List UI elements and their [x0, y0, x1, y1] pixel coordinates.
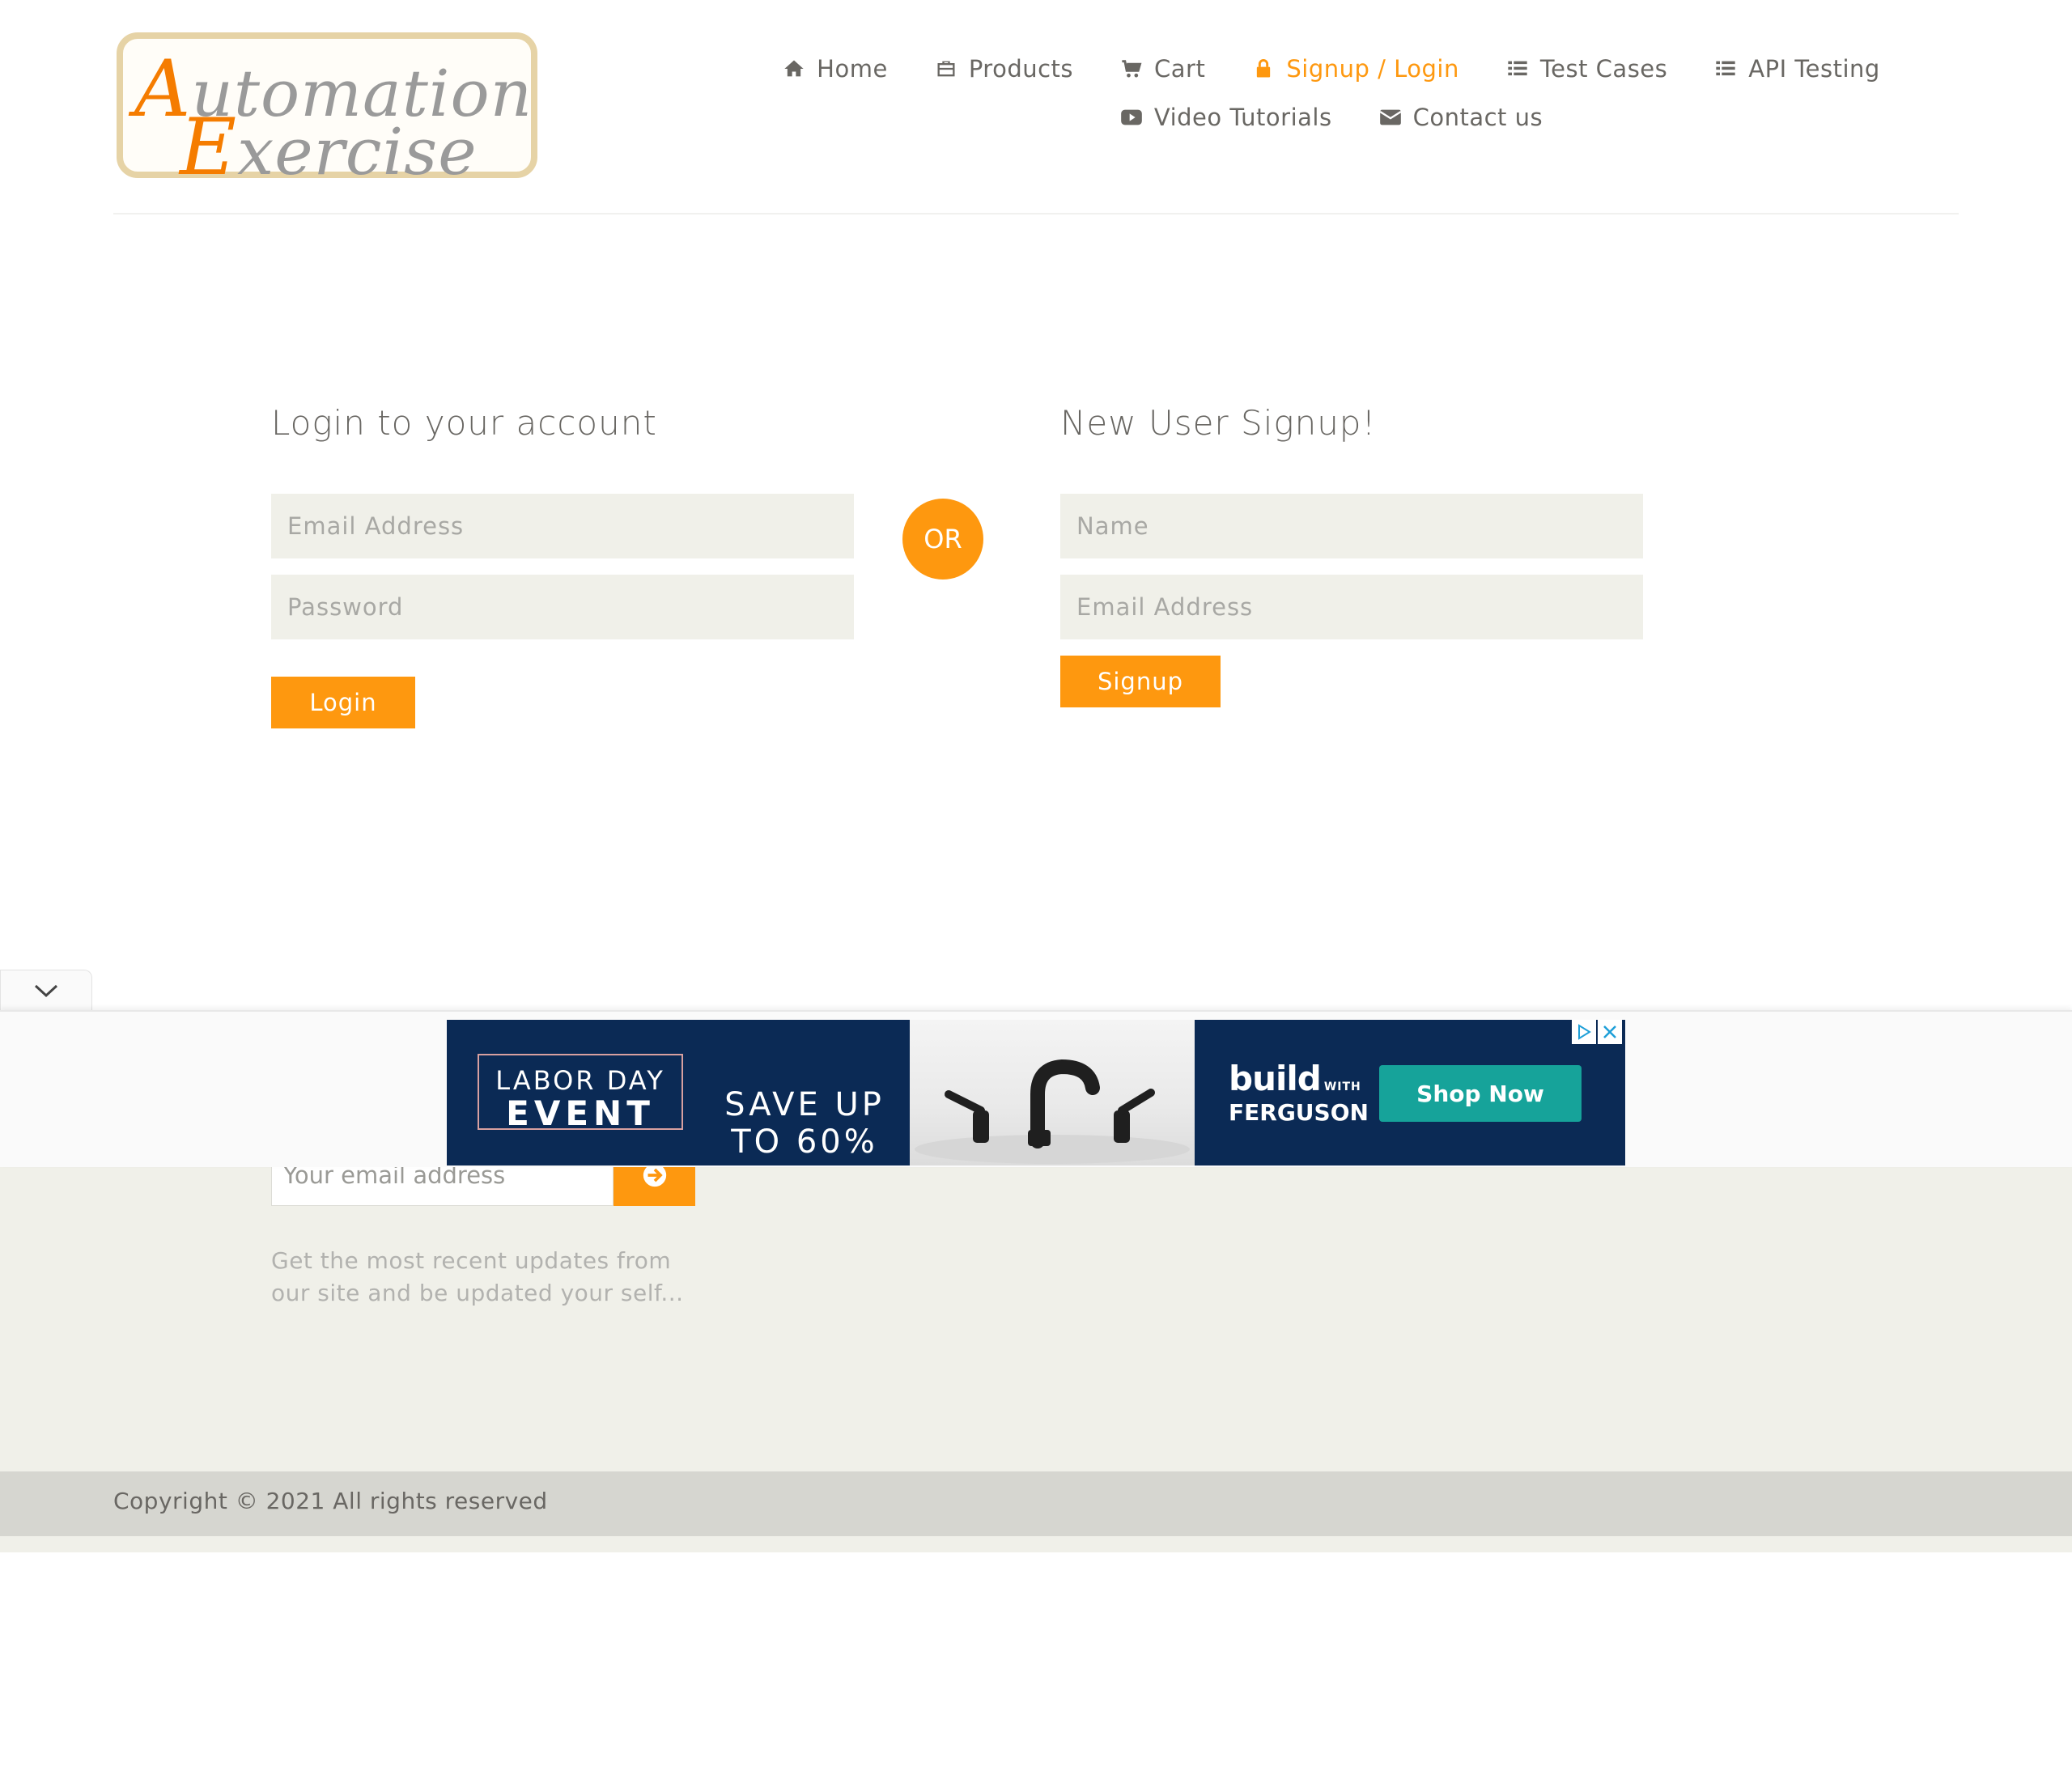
ad-faucet-image	[910, 1020, 1195, 1165]
nav-api-testing[interactable]: API Testing	[1714, 55, 1880, 83]
subscribe-description: Get the most recent updates from our sit…	[271, 1247, 684, 1306]
briefcase-icon	[937, 61, 955, 77]
footer-widget-area	[0, 1165, 2072, 1471]
list-icon	[1508, 61, 1527, 76]
ad-brand-build: build	[1229, 1059, 1322, 1098]
play-triangle-icon	[1578, 1024, 1591, 1040]
ad-offer-line2: TO 60%	[731, 1123, 878, 1161]
chevron-down-icon	[34, 984, 58, 997]
logo-line2: Exercise	[180, 102, 478, 193]
nav-api-testing-label: API Testing	[1748, 55, 1880, 83]
ad-offer: SAVE UP TO 60%	[707, 1086, 902, 1161]
ad-brand-line2: FERGUSON	[1229, 1099, 1369, 1126]
youtube-play-icon	[1121, 109, 1142, 125]
close-icon	[1603, 1025, 1616, 1038]
ad-event-box: LABOR DAY EVENT	[478, 1054, 683, 1133]
nav-test-cases-label: Test Cases	[1539, 55, 1668, 83]
envelope-icon	[1379, 109, 1402, 125]
nav-signup-login[interactable]: Signup / Login	[1252, 55, 1458, 83]
adchoices-icon[interactable]	[1572, 1020, 1596, 1044]
signup-title: New User Signup!	[1060, 403, 1377, 443]
header-divider	[113, 213, 1959, 214]
ad-shop-now-button[interactable]: Shop Now	[1379, 1065, 1582, 1122]
ad-offer-line1: SAVE UP	[724, 1086, 885, 1123]
login-email-input[interactable]	[271, 494, 854, 558]
nav-products-label: Products	[968, 55, 1074, 83]
signup-email-input[interactable]	[1060, 575, 1643, 639]
ad-brand-with: WITH	[1323, 1081, 1361, 1093]
ad-line2: EVENT	[506, 1093, 655, 1133]
nav-products[interactable]: Products	[935, 55, 1073, 83]
ad-close-icon[interactable]	[1598, 1020, 1622, 1044]
logo-rest-2: xercise	[237, 114, 478, 189]
advertisement-banner[interactable]: LABOR DAY EVENT SAVE UP TO 60% build WITH…	[447, 1020, 1625, 1165]
logo-cap-e: E	[180, 102, 238, 193]
nav-signup-login-label: Signup / Login	[1286, 55, 1459, 83]
or-badge: OR	[902, 499, 983, 580]
login-button[interactable]: Login	[271, 677, 415, 728]
faucet-illustration	[915, 1059, 1190, 1164]
nav-video-tutorials[interactable]: Video Tutorials	[1120, 104, 1332, 131]
nav-cart-label: Cart	[1154, 55, 1206, 83]
list-icon	[1716, 61, 1735, 76]
login-password-input[interactable]	[271, 575, 854, 639]
site-logo[interactable]: Automation Exercise	[117, 32, 537, 193]
login-title: Login to your account	[271, 403, 657, 443]
nav-test-cases[interactable]: Test Cases	[1506, 55, 1667, 83]
nav-cart[interactable]: Cart	[1120, 55, 1205, 83]
nav-contact-us-label: Contact us	[1412, 104, 1543, 131]
main-nav: Home Products Cart Signup / Login Test C…	[745, 45, 1918, 142]
nav-home[interactable]: Home	[783, 55, 888, 83]
signup-name-input[interactable]	[1060, 494, 1643, 558]
nav-home-label: Home	[817, 55, 888, 83]
nav-row-2: Video Tutorials Contact us	[745, 93, 1918, 142]
ad-line1: LABOR DAY	[495, 1065, 665, 1096]
copyright-text: Copyright © 2021 All rights reserved	[113, 1488, 548, 1514]
nav-contact-us[interactable]: Contact us	[1379, 104, 1543, 131]
nav-video-tutorials-label: Video Tutorials	[1153, 104, 1332, 131]
home-icon	[784, 60, 804, 77]
signup-button[interactable]: Signup	[1060, 656, 1221, 707]
footer-bottom-strip	[0, 1536, 2072, 1552]
ad-collapse-toggle[interactable]	[0, 970, 92, 1010]
cart-icon	[1122, 60, 1142, 78]
lock-icon	[1257, 59, 1271, 78]
nav-row-1: Home Products Cart Signup / Login Test C…	[745, 45, 1918, 93]
ad-brand-line1: build WITH	[1229, 1059, 1361, 1098]
